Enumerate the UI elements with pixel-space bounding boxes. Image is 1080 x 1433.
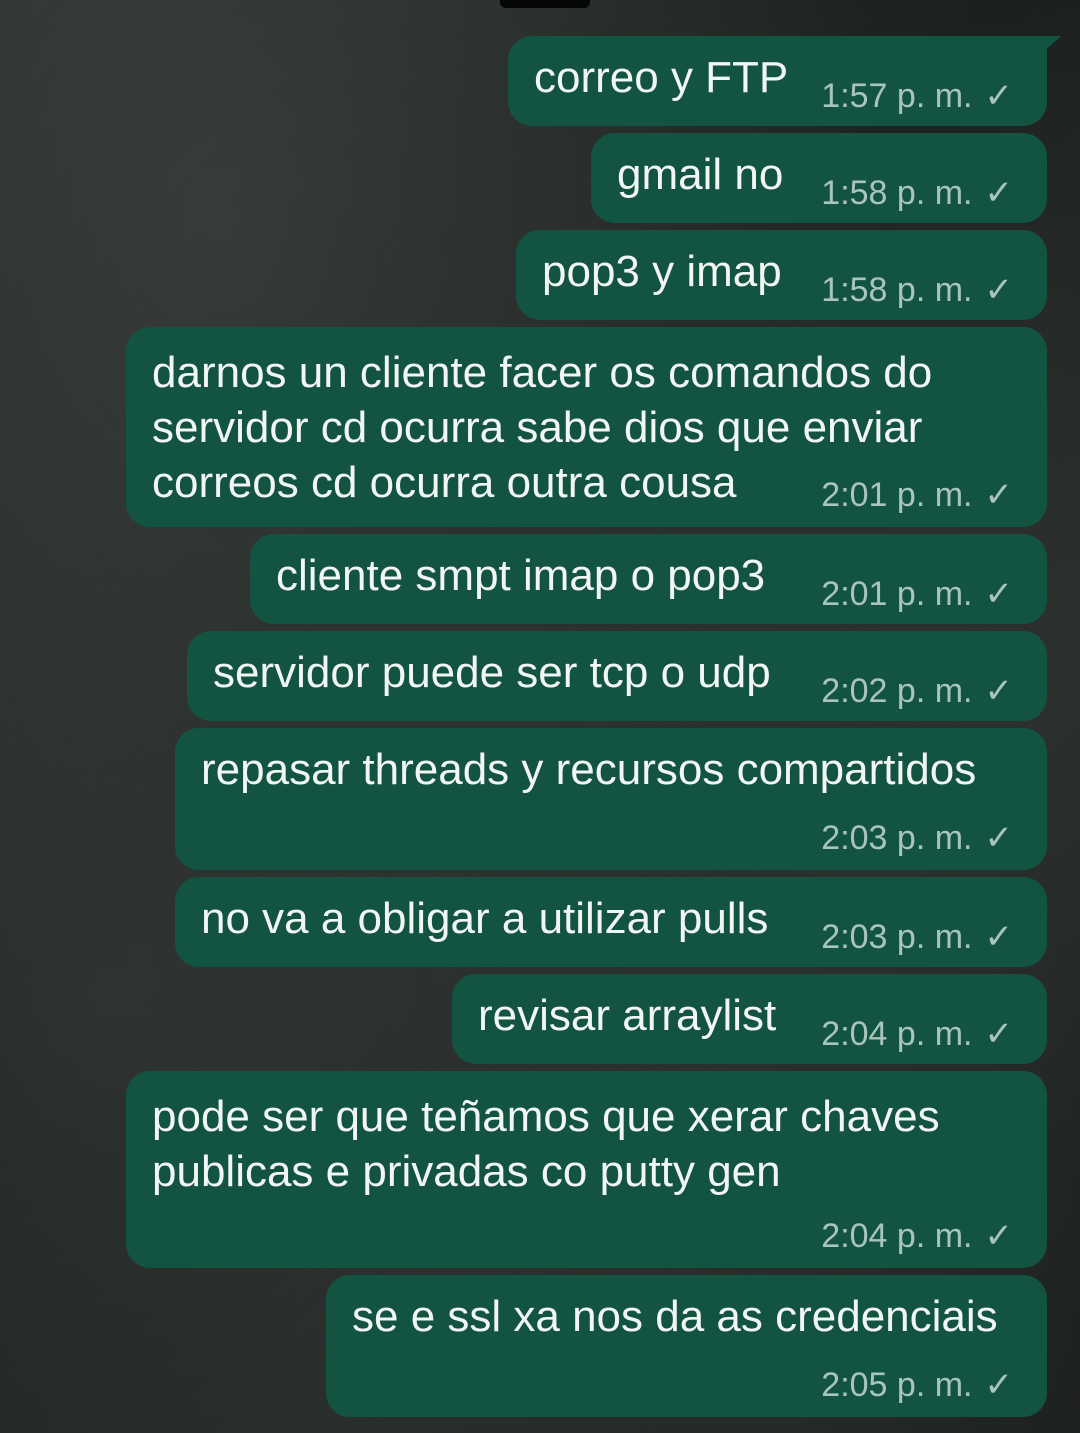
- message-bubble[interactable]: repasar threads y recursos compartidos 2…: [175, 728, 1047, 870]
- message-bubble[interactable]: gmail no 1:58 p. m. ✓: [591, 133, 1047, 223]
- message-meta: 2:03 p. m. ✓: [821, 917, 1013, 957]
- check-icon: ✓: [984, 575, 1014, 613]
- message-bubble[interactable]: se e ssl xa nos da as credenciais 2:05 p…: [326, 1275, 1047, 1417]
- message-bubble[interactable]: cliente smpt imap o pop3 2:01 p. m. ✓: [250, 534, 1047, 624]
- check-icon: ✓: [984, 918, 1014, 956]
- message-time: 2:03 p. m.: [821, 819, 973, 857]
- message-text: pode ser que teñamos que xerar chaves pu…: [152, 1092, 940, 1196]
- message-time: 2:02 p. m.: [821, 672, 973, 710]
- message-time: 2:04 p. m.: [821, 1015, 973, 1053]
- message-bubble[interactable]: revisar arraylist 2:04 p. m. ✓: [452, 974, 1047, 1064]
- check-icon: ✓: [984, 77, 1014, 115]
- message-bubble[interactable]: pode ser que teñamos que xerar chaves pu…: [126, 1071, 1047, 1268]
- top-bar-fragment: [500, 0, 590, 8]
- message-time: 2:01 p. m.: [821, 476, 973, 514]
- check-icon: ✓: [984, 174, 1014, 212]
- message-meta: 1:58 p. m. ✓: [821, 270, 1013, 310]
- message-text: correo y FTP: [534, 53, 789, 102]
- message-bubble[interactable]: pop3 y imap 1:58 p. m. ✓: [516, 230, 1047, 320]
- message-text: gmail no: [617, 150, 784, 199]
- check-icon: ✓: [984, 1366, 1014, 1404]
- check-icon: ✓: [984, 819, 1014, 857]
- message-bubble[interactable]: no va a obligar a utilizar pulls 2:03 p.…: [175, 877, 1047, 967]
- message-meta: 2:01 p. m. ✓: [821, 475, 1013, 515]
- message-time: 2:03 p. m.: [821, 918, 973, 956]
- check-icon: ✓: [984, 672, 1014, 710]
- message-meta: 2:01 p. m. ✓: [821, 574, 1013, 614]
- message-meta: 2:04 p. m. ✓: [821, 1014, 1013, 1054]
- message-text: se e ssl xa nos da as credenciais: [352, 1292, 998, 1341]
- message-text: pop3 y imap: [542, 247, 782, 296]
- message-bubble[interactable]: servidor puede ser tcp o udp 2:02 p. m. ✓: [187, 631, 1047, 721]
- message-meta: 1:58 p. m. ✓: [821, 173, 1013, 213]
- message-time: 2:01 p. m.: [821, 575, 973, 613]
- message-time: 1:57 p. m.: [821, 77, 973, 115]
- message-time: 2:05 p. m.: [821, 1366, 973, 1404]
- message-time: 2:04 p. m.: [821, 1217, 973, 1255]
- check-icon: ✓: [984, 1217, 1014, 1255]
- bubble-tail: [1043, 36, 1061, 52]
- message-time: 1:58 p. m.: [821, 174, 973, 212]
- message-text: no va a obligar a utilizar pulls: [201, 894, 769, 943]
- message-meta: 2:05 p. m. ✓: [821, 1365, 1013, 1405]
- message-text: revisar arraylist: [478, 991, 777, 1040]
- check-icon: ✓: [984, 1015, 1014, 1053]
- message-text: servidor puede ser tcp o udp: [213, 648, 771, 697]
- check-icon: ✓: [984, 476, 1014, 514]
- message-meta: 1:57 p. m. ✓: [821, 76, 1013, 116]
- message-bubble[interactable]: darnos un cliente facer os comandos do s…: [126, 327, 1047, 527]
- message-meta: 2:02 p. m. ✓: [821, 671, 1013, 711]
- message-meta: 2:04 p. m. ✓: [821, 1216, 1013, 1256]
- message-meta: 2:03 p. m. ✓: [821, 818, 1013, 858]
- message-time: 1:58 p. m.: [821, 271, 973, 309]
- message-text: repasar threads y recursos compartidos: [201, 745, 977, 794]
- message-bubble[interactable]: correo y FTP 1:57 p. m. ✓: [508, 36, 1061, 126]
- message-text: cliente smpt imap o pop3: [276, 551, 766, 600]
- check-icon: ✓: [984, 271, 1014, 309]
